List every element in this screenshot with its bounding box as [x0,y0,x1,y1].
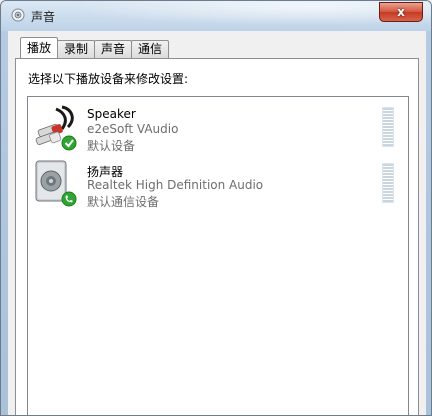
device-status: 默认通信设备 [87,195,160,209]
speaker-icon [35,160,77,207]
device-list[interactable]: Speaker e2eSoft VAudio 默认设备 扬声器 Realtek … [27,96,409,415]
instruction-text: 选择以下播放设备来修改设置: [28,72,189,86]
tab-sounds[interactable]: 声音 [94,40,133,58]
list-item-speaker-realtek[interactable]: 扬声器 Realtek High Definition Audio 默认通信设备 [32,159,402,211]
device-status: 默认设备 [87,139,136,153]
window-title: 声音 [31,10,56,24]
rca-cable-icon [35,105,77,151]
close-button[interactable]: x [379,2,423,22]
device-description: e2eSoft VAudio [87,122,179,136]
playback-panel: 选择以下播放设备来修改设置: Speaker e2eSoft VAudio 默认… [15,58,419,415]
green-check-icon [61,135,77,151]
tab-communications[interactable]: 通信 [131,40,170,58]
green-phone-icon [61,191,77,207]
title-bar[interactable]: 声音 x [1,1,431,31]
list-item-speaker-vaudio[interactable]: Speaker e2eSoft VAudio 默认设备 [32,103,402,155]
sound-icon [11,8,25,22]
sound-dialog-window: 声音 x 播放 录制 声音 通信 选择以下播放设备来修改设置: Speaker … [0,0,432,416]
tab-playback[interactable]: 播放 [20,37,59,58]
tab-recording[interactable]: 录制 [57,40,96,58]
volume-meter [382,163,394,203]
close-icon: x [397,5,405,19]
device-name: Speaker [87,107,136,121]
dialog-client-area: 播放 录制 声音 通信 选择以下播放设备来修改设置: Speaker e2eSo… [8,31,426,415]
volume-meter [382,107,394,147]
device-description: Realtek High Definition Audio [87,178,264,192]
tab-strip: 播放 录制 声音 通信 [20,37,170,58]
